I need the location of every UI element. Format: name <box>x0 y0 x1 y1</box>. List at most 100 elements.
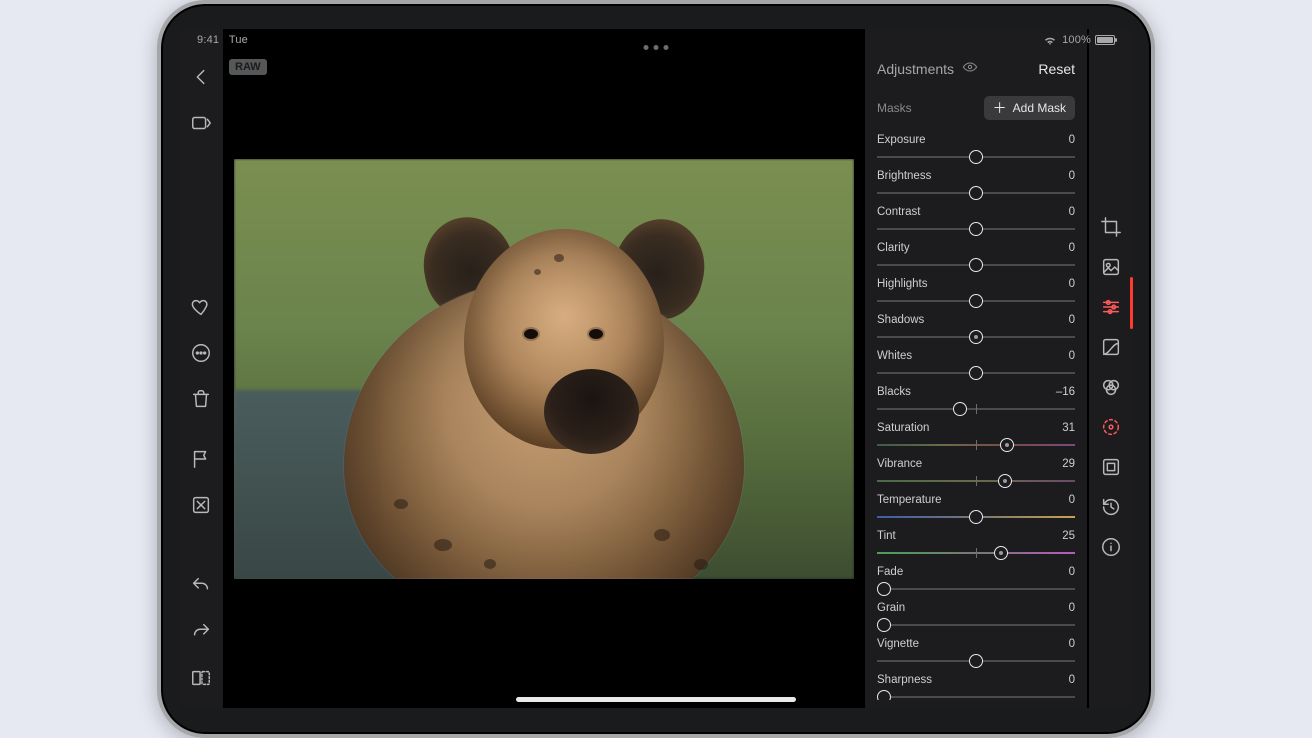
ipad-device-frame: 9:41 Tue 100% RAW <box>157 0 1155 738</box>
left-toolbar <box>179 29 223 708</box>
slider-track[interactable] <box>877 688 1075 700</box>
slider-knob[interactable] <box>994 546 1008 560</box>
slider-knob[interactable] <box>969 150 983 164</box>
slider-value: 0 <box>1069 350 1075 362</box>
slider-track[interactable] <box>877 364 1075 382</box>
slider-shadows[interactable]: Shadows 0 <box>877 314 1075 346</box>
multitasking-dots[interactable] <box>644 45 669 50</box>
slider-track[interactable] <box>877 616 1075 634</box>
slider-grain[interactable]: Grain0 <box>877 602 1075 634</box>
slider-fade[interactable]: Fade0 <box>877 566 1075 598</box>
slider-track[interactable] <box>877 544 1075 562</box>
add-mask-button[interactable]: ＋ Add Mask <box>984 96 1075 120</box>
battery-icon <box>1095 35 1115 45</box>
slider-knob[interactable] <box>953 402 967 416</box>
slider-track[interactable] <box>877 652 1075 670</box>
color-icon[interactable] <box>1099 375 1123 399</box>
status-time-day: 9:41 Tue <box>197 34 248 46</box>
slider-knob[interactable] <box>998 474 1012 488</box>
slider-knob[interactable] <box>877 582 891 596</box>
frame-icon[interactable] <box>1099 455 1123 479</box>
trash-icon[interactable] <box>189 387 213 411</box>
panel-title-label: Adjustments <box>877 61 954 77</box>
slider-track[interactable] <box>877 508 1075 526</box>
visibility-icon[interactable] <box>962 59 978 78</box>
reject-icon[interactable] <box>189 493 213 517</box>
slider-value: 29 <box>1062 458 1075 470</box>
slider-label: Contrast <box>877 206 920 218</box>
slider-track[interactable] <box>877 292 1075 310</box>
slider-track[interactable] <box>877 220 1075 238</box>
library-icon[interactable] <box>189 111 213 135</box>
slider-label: Grain <box>877 602 905 614</box>
history-icon[interactable] <box>1099 495 1123 519</box>
redo-icon[interactable] <box>189 620 213 644</box>
slider-knob[interactable] <box>969 654 983 668</box>
edited-photo <box>234 159 854 579</box>
slider-track[interactable] <box>877 148 1075 166</box>
slider-saturation[interactable]: Saturation31 <box>877 422 1075 454</box>
slider-whites[interactable]: Whites 0 <box>877 350 1075 382</box>
adjust-icon[interactable] <box>1099 295 1123 319</box>
slider-value: –16 <box>1056 386 1075 398</box>
slider-highlights[interactable]: Highlights0 <box>877 278 1075 310</box>
slider-track[interactable] <box>877 400 1075 418</box>
slider-knob[interactable] <box>969 294 983 308</box>
slider-value: 0 <box>1069 674 1075 686</box>
slider-knob[interactable] <box>877 690 891 700</box>
raw-badge: RAW <box>229 59 267 75</box>
slider-sharpness[interactable]: Sharpness0 <box>877 674 1075 700</box>
curves-icon[interactable] <box>1099 335 1123 359</box>
slider-exposure[interactable]: Exposure0 <box>877 134 1075 166</box>
compare-icon[interactable] <box>189 666 213 690</box>
slider-label: Whites <box>877 350 912 362</box>
flag-icon[interactable] <box>189 447 213 471</box>
slider-label: Blacks <box>877 386 911 398</box>
slider-track[interactable] <box>877 184 1075 202</box>
slider-value: 0 <box>1069 134 1075 146</box>
repair-icon[interactable] <box>1099 415 1123 439</box>
slider-track[interactable] <box>877 256 1075 274</box>
slider-knob[interactable] <box>969 186 983 200</box>
info-icon[interactable] <box>1099 535 1123 559</box>
slider-knob[interactable] <box>969 330 983 344</box>
slider-blacks[interactable]: Blacks –16 <box>877 386 1075 418</box>
filters-icon[interactable] <box>1099 255 1123 279</box>
slider-track[interactable] <box>877 472 1075 490</box>
slider-knob[interactable] <box>969 222 983 236</box>
slider-label: Temperature <box>877 494 942 506</box>
slider-label: Shadows <box>877 314 924 326</box>
slider-label: Fade <box>877 566 903 578</box>
more-icon[interactable] <box>189 341 213 365</box>
slider-brightness[interactable]: Brightness0 <box>877 170 1075 202</box>
crop-icon[interactable] <box>1099 215 1123 239</box>
slider-track[interactable] <box>877 580 1075 598</box>
slider-value: 0 <box>1069 314 1075 326</box>
slider-value: 0 <box>1069 242 1075 254</box>
slider-knob[interactable] <box>1000 438 1014 452</box>
slider-knob[interactable] <box>877 618 891 632</box>
slider-knob[interactable] <box>969 366 983 380</box>
home-indicator[interactable] <box>516 697 796 702</box>
slider-label: Clarity <box>877 242 910 254</box>
slider-label: Vignette <box>877 638 919 650</box>
slider-temperature[interactable]: Temperature 0 <box>877 494 1075 526</box>
slider-knob[interactable] <box>969 510 983 524</box>
slider-track[interactable] <box>877 436 1075 454</box>
heart-icon[interactable] <box>189 295 213 319</box>
battery-pct: 100% <box>1062 34 1091 46</box>
masks-label: Masks <box>877 101 912 115</box>
slider-track[interactable] <box>877 328 1075 346</box>
reset-button[interactable]: Reset <box>1038 61 1075 77</box>
slider-clarity[interactable]: Clarity 0 <box>877 242 1075 274</box>
image-canvas[interactable] <box>223 29 865 708</box>
slider-knob[interactable] <box>969 258 983 272</box>
panel-title[interactable]: Adjustments <box>877 59 978 78</box>
slider-vibrance[interactable]: Vibrance29 <box>877 458 1075 490</box>
undo-icon[interactable] <box>189 574 213 598</box>
slider-contrast[interactable]: Contrast0 <box>877 206 1075 238</box>
slider-tint[interactable]: Tint25 <box>877 530 1075 562</box>
slider-vignette[interactable]: Vignette0 <box>877 638 1075 670</box>
back-icon[interactable] <box>189 65 213 89</box>
slider-value: 0 <box>1069 494 1075 506</box>
